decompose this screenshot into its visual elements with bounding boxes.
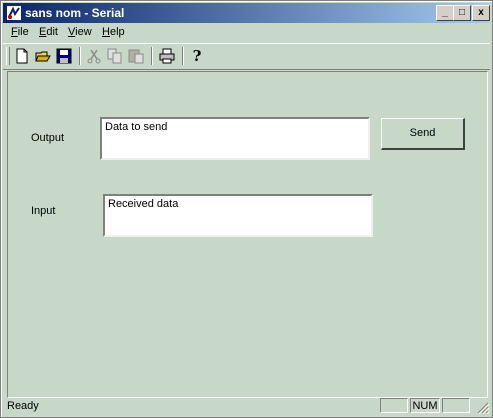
menu-view[interactable]: View — [68, 26, 92, 38]
menu-bar: File Edit View Help — [3, 24, 490, 42]
print-icon[interactable] — [158, 47, 176, 65]
status-text: Ready — [7, 400, 39, 412]
app-window: sans nom - Serial _ □ x File Edit View H… — [0, 0, 493, 418]
output-label: Output — [31, 132, 65, 144]
minimize-button[interactable]: _ — [436, 5, 454, 21]
toolbar-separator — [151, 47, 153, 65]
main-form: Output Data to send Send Input Received … — [7, 71, 488, 398]
output-textbox[interactable]: Data to send — [100, 117, 370, 160]
toolbar: ? — [3, 43, 490, 70]
send-button[interactable]: Send — [381, 118, 465, 150]
save-disk-icon[interactable] — [55, 47, 73, 65]
status-panel-num: NUM — [410, 398, 440, 413]
resize-grip[interactable] — [477, 402, 489, 414]
new-file-icon[interactable] — [13, 47, 31, 65]
window-title: sans nom - Serial — [25, 6, 125, 20]
menu-edit[interactable]: Edit — [39, 26, 58, 38]
open-folder-icon[interactable] — [34, 47, 52, 65]
toolbar-separator — [79, 47, 81, 65]
close-button[interactable]: x — [472, 5, 490, 21]
title-bar[interactable]: sans nom - Serial _ □ x — [3, 3, 490, 23]
maximize-button[interactable]: □ — [453, 5, 471, 21]
status-panel-scroll — [442, 398, 470, 413]
help-question-icon[interactable]: ? — [188, 47, 206, 65]
input-label: Input — [31, 205, 56, 217]
input-textbox[interactable]: Received data — [103, 194, 373, 237]
copy-icon[interactable] — [106, 47, 124, 65]
status-bar: Ready NUM — [3, 397, 490, 415]
toolbar-separator — [182, 47, 184, 65]
menu-file[interactable]: File — [11, 26, 29, 38]
cut-scissors-icon[interactable] — [85, 47, 103, 65]
paste-icon[interactable] — [127, 47, 145, 65]
toolbar-grip[interactable] — [6, 47, 10, 65]
status-panel-caps — [380, 398, 408, 413]
app-icon[interactable] — [6, 5, 22, 21]
menu-help[interactable]: Help — [102, 26, 125, 38]
